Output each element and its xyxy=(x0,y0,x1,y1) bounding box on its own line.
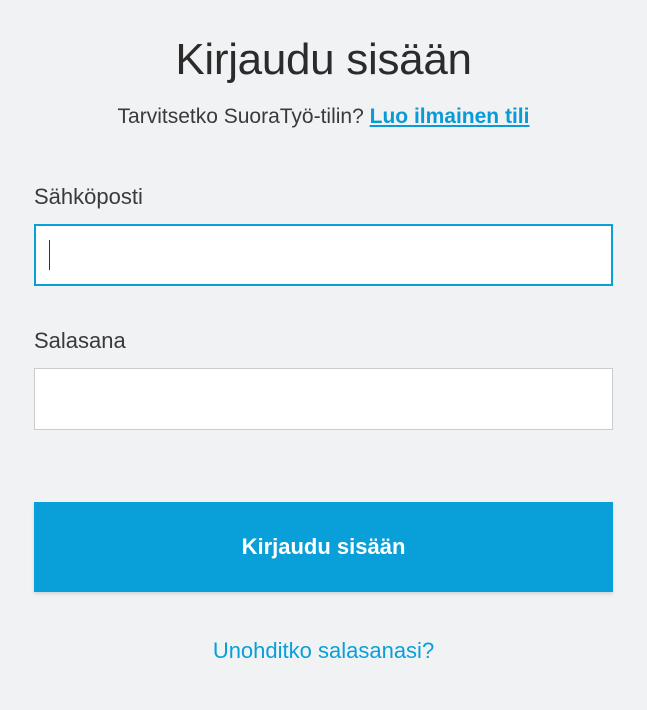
forgot-password-wrap: Unohditko salasanasi? xyxy=(34,638,613,664)
login-form-container: Kirjaudu sisään Tarvitsetko SuoraTyö-til… xyxy=(0,0,647,664)
password-field-group: Salasana xyxy=(34,328,613,430)
login-button[interactable]: Kirjaudu sisään xyxy=(34,502,613,592)
signup-link[interactable]: Luo ilmainen tili xyxy=(370,105,530,128)
page-title: Kirjaudu sisään xyxy=(34,35,613,85)
email-label: Sähköposti xyxy=(34,184,613,210)
password-label: Salasana xyxy=(34,328,613,354)
email-field-group: Sähköposti xyxy=(34,184,613,286)
email-input[interactable] xyxy=(34,224,613,286)
forgot-password-link[interactable]: Unohditko salasanasi? xyxy=(213,638,434,663)
password-input[interactable] xyxy=(34,368,613,430)
signup-prompt-text: Tarvitsetko SuoraTyö-tilin? xyxy=(118,105,370,128)
signup-prompt: Tarvitsetko SuoraTyö-tilin? Luo ilmainen… xyxy=(34,105,613,129)
email-input-wrap xyxy=(34,224,613,286)
